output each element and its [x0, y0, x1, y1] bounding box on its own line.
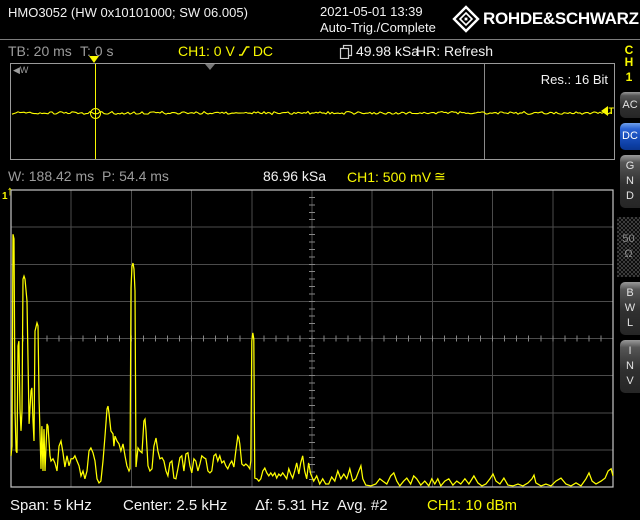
ch1-trigger-coupling: DC: [253, 43, 273, 59]
oscilloscope-screen: HMO3052 (HW 0x10101000; SW 06.005) 2021-…: [0, 0, 640, 520]
fft-samples-readout: 86.96 kSa: [263, 168, 326, 184]
softkey-bwl[interactable]: BWL: [620, 282, 640, 335]
acquire-mode-readout: HR: Refresh: [416, 43, 493, 59]
softkey-ac[interactable]: AC: [620, 92, 640, 118]
coupling-symbol-icon: ≅: [434, 168, 446, 185]
softkey-dc[interactable]: DC: [620, 123, 640, 150]
trace-reference-marker[interactable]: 1 ↑: [2, 186, 13, 202]
header-separator: [0, 39, 640, 40]
rohde-schwarz-logo-icon: [452, 5, 480, 33]
overview-waveform-window: ◀W Res.: 16 Bit T: [10, 63, 615, 160]
fft-position-readout: P: 54.4 ms: [102, 168, 169, 184]
datetime: 2021-05-01 13:39: [320, 4, 423, 19]
ch1-scale-readout: CH1: 500 mV ≅: [347, 168, 446, 185]
softkey-50ω[interactable]: 50Ω: [617, 217, 640, 277]
center-readout: Center: 2.5 kHz: [123, 497, 227, 514]
sample-count-readout: 49.98 kSa: [356, 43, 419, 59]
ch1-time-trace: [11, 64, 614, 159]
ch1-level-readout: CH1: 10 dBm: [427, 497, 517, 514]
acquisition-memory-icon: [339, 44, 353, 59]
span-readout: Span: 5 kHz: [10, 497, 92, 514]
channel-1-label: CH1: [618, 44, 640, 83]
delta-f-readout: Δf: 5.31 Hz: [255, 497, 329, 514]
rising-edge-icon: [238, 44, 250, 58]
arrow-up-icon: ↑: [7, 183, 14, 202]
softkey-inv[interactable]: INV: [620, 340, 640, 393]
average-readout: Avg. #2: [337, 497, 388, 514]
ch1-trigger-level: CH1: 0 V: [178, 43, 235, 59]
timebase-readout: TB: 20 ms: [8, 43, 72, 59]
marker-triangle[interactable]: [205, 64, 215, 70]
fft-spectrum-plot: [10, 189, 614, 488]
fft-window-width-readout: W: 188.42 ms: [8, 168, 94, 184]
brand-name: ROHDE&SCHWARZ: [483, 9, 639, 29]
device-title: HMO3052 (HW 0x10101000; SW 06.005): [8, 5, 248, 20]
acquisition-status: Auto-Trig./Complete: [320, 20, 436, 35]
softkey-gnd[interactable]: GND: [620, 155, 640, 208]
trigger-level-icon[interactable]: T: [601, 106, 615, 116]
trigger-point-marker[interactable]: [90, 108, 101, 119]
trigger-position-icon[interactable]: [89, 56, 99, 63]
ch1-trigger-readout: CH1: 0 V DC: [178, 43, 273, 59]
